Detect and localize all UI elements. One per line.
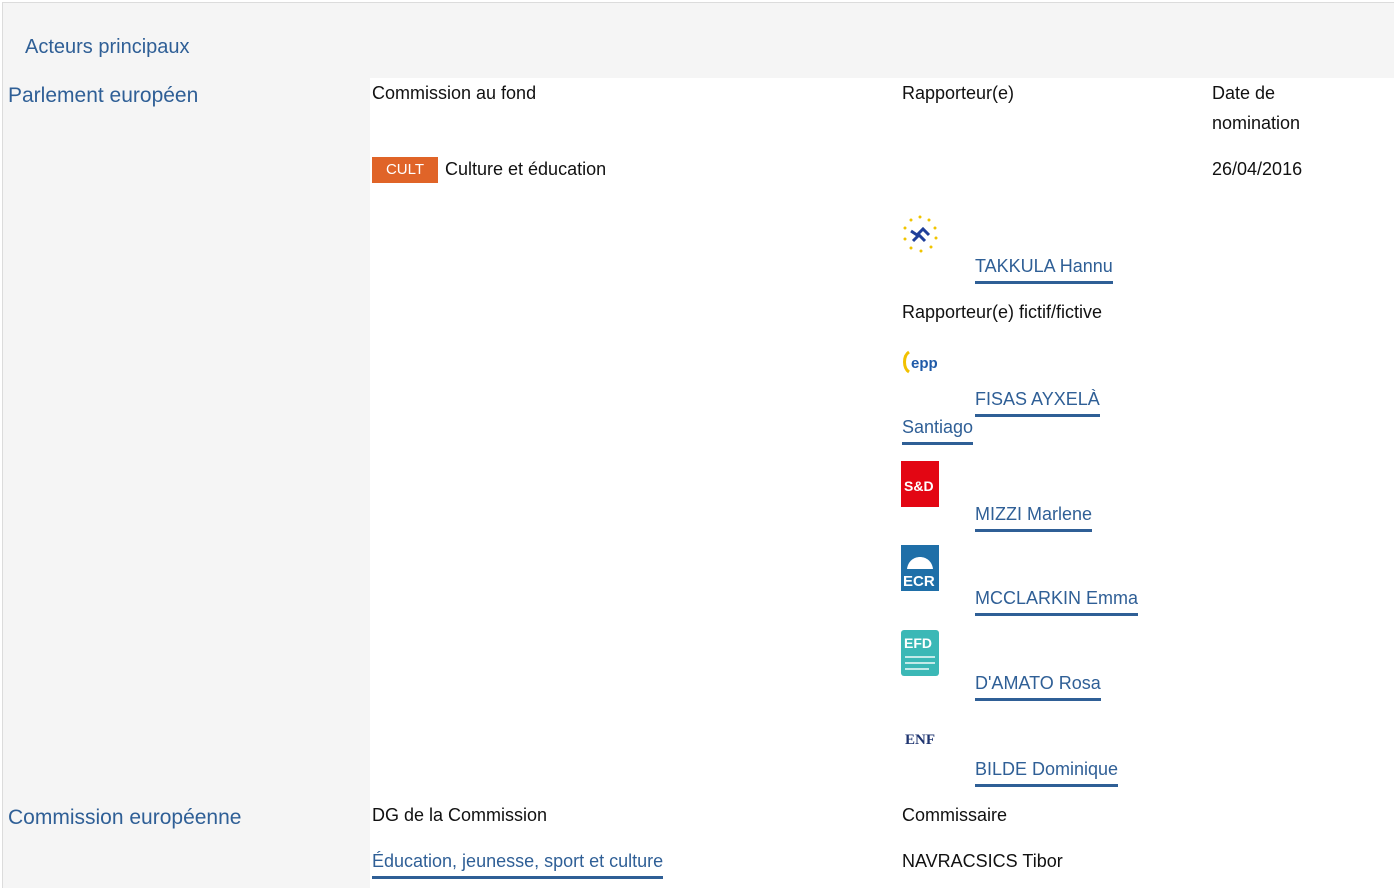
actor-column	[2, 78, 370, 888]
shadow-link-fisas-line2[interactable]: Santiago	[902, 412, 974, 445]
section-title: Acteurs principaux	[25, 36, 190, 58]
col-header-rapporteur: Rapporteur(e)	[902, 83, 1015, 103]
ecr-logo-text: ECR	[903, 573, 935, 590]
col-header-commissioner: Commissaire	[902, 805, 1008, 825]
sd-logo-text: S&D	[904, 478, 934, 494]
shadow-link-fisas-line1[interactable]: FISAS AYXELÀ	[975, 384, 1100, 417]
rapporteur-link[interactable]: TAKKULA Hannu	[975, 251, 1113, 284]
shadow-link-mcclarkin[interactable]: MCCLARKIN Emma	[975, 583, 1139, 616]
shadow-link-mizzi[interactable]: MIZZI Marlene	[975, 499, 1093, 532]
nomination-date: 26/04/2016	[1212, 159, 1303, 179]
shadow-link-damato[interactable]: D'AMATO Rosa	[975, 668, 1101, 701]
epp-logo-text: epp	[911, 355, 938, 372]
actor-label-commission: Commission européenne	[8, 806, 242, 829]
details-column	[370, 78, 1394, 888]
alde-logo-icon	[901, 213, 939, 259]
shadow-link-bilde[interactable]: BILDE Dominique	[975, 754, 1119, 787]
enf-logo-icon: ENF	[901, 716, 939, 762]
committee-name: Culture et éducation	[445, 159, 607, 179]
epp-logo-icon: epp	[901, 346, 939, 392]
efdd-logo-text: EFD	[904, 635, 932, 651]
sd-logo-icon: S&D	[901, 461, 939, 507]
committee-badge[interactable]: CULT	[372, 157, 438, 183]
dg-link[interactable]: Éducation, jeunesse, sport et culture	[372, 846, 664, 879]
efdd-logo-icon: EFD	[901, 630, 939, 676]
commissioner-name: NAVRACSICS Tibor	[902, 851, 1063, 871]
col-header-dg: DG de la Commission	[372, 805, 548, 825]
ecr-logo-icon: ECR	[901, 545, 939, 591]
actor-label-parliament: Parlement européen	[8, 84, 199, 107]
shadow-rapporteur-header: Rapporteur(e) fictif/fictive	[902, 302, 1103, 322]
col-header-date-line2: nomination	[1212, 113, 1301, 133]
col-header-date-line1: Date de	[1212, 83, 1276, 103]
col-header-committee: Commission au fond	[372, 83, 537, 103]
enf-logo-text: ENF	[905, 732, 935, 748]
section-header: Acteurs principaux	[2, 2, 1394, 78]
